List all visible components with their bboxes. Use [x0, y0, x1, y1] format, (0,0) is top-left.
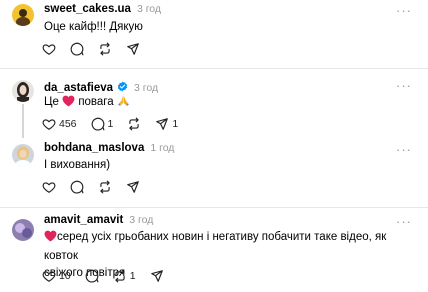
comment-button[interactable] — [85, 269, 99, 283]
like-button[interactable]: 10 — [42, 269, 71, 283]
avatar[interactable] — [12, 219, 34, 241]
share-button[interactable] — [150, 269, 164, 283]
comment-icon — [85, 269, 99, 283]
more-icon[interactable]: ··· — [396, 215, 412, 228]
share-icon — [150, 270, 163, 282]
repost-count: 1 — [129, 270, 136, 282]
heart-icon — [42, 271, 56, 282]
action-bar: 10 1 — [42, 267, 178, 285]
post-text-line: серед усіх грьобаних новин і негативу по… — [44, 231, 387, 262]
red-heart-emoji — [44, 230, 57, 248]
post-header: amavit_amavit 3 год — [44, 214, 153, 230]
post-time: 3 год — [129, 214, 154, 226]
post-amavit: amavit_amavit 3 год ··· серед усіх грьоб… — [0, 0, 428, 292]
repost-icon — [115, 269, 125, 283]
repost-button[interactable]: 1 — [113, 269, 136, 283]
username[interactable]: amavit_amavit — [44, 214, 123, 226]
like-count: 10 — [59, 270, 71, 282]
